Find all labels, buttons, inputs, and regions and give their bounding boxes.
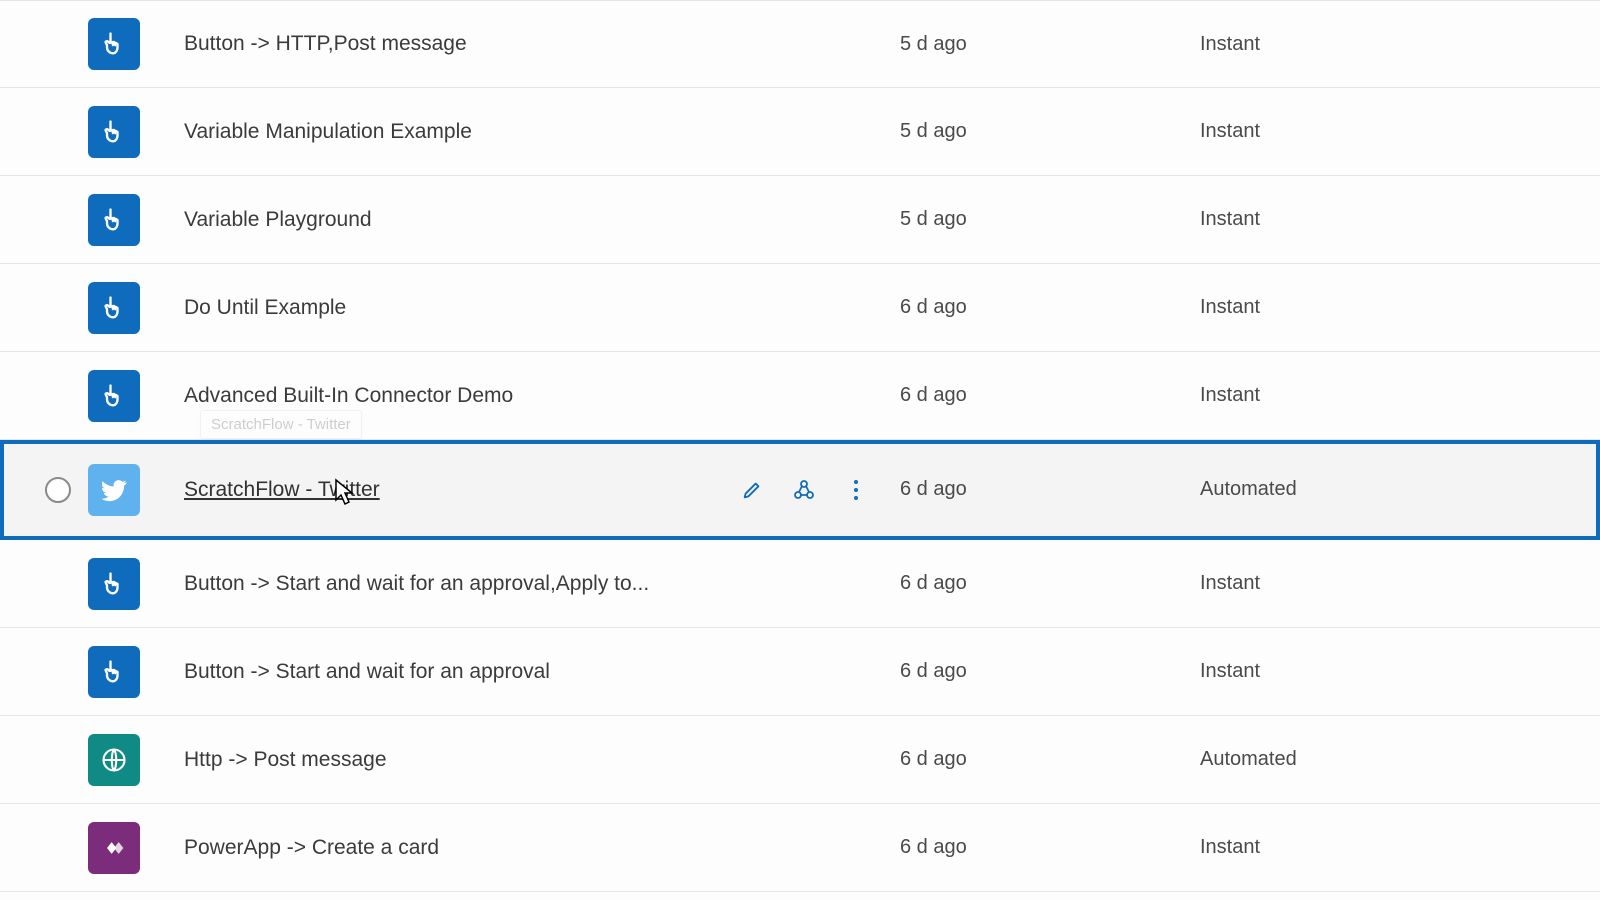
- modified-time: 5 d ago: [900, 120, 1200, 143]
- flow-type: Instant: [1200, 660, 1600, 683]
- flow-name-text: Button -> Start and wait for an approval: [184, 660, 550, 684]
- button-icon: [88, 194, 140, 246]
- button-icon: [88, 558, 140, 610]
- icon-col: [88, 194, 148, 246]
- flow-name[interactable]: Variable Playground: [148, 208, 740, 232]
- flow-name-text: Variable Manipulation Example: [184, 120, 472, 144]
- flow-row[interactable]: Button -> Start and wait for an approval…: [0, 540, 1600, 628]
- flow-type: Instant: [1200, 208, 1600, 231]
- flow-name[interactable]: Variable Manipulation Example: [148, 120, 740, 144]
- flow-type: Instant: [1200, 384, 1600, 407]
- icon-col: [88, 370, 148, 422]
- modified-time: 6 d ago: [900, 660, 1200, 683]
- flow-row[interactable]: Http -> Post message 6 d agoAutomated: [0, 716, 1600, 804]
- button-icon: [88, 106, 140, 158]
- flow-row[interactable]: Variable Playground 5 d agoInstant: [0, 176, 1600, 264]
- flow-name-text: Advanced Built-In Connector Demo: [184, 384, 513, 408]
- select-radio[interactable]: [45, 477, 71, 503]
- modified-time: 6 d ago: [900, 572, 1200, 595]
- flow-row[interactable]: Button -> HTTP,Post message 5 d agoInstan…: [0, 0, 1600, 88]
- flow-name-text: Do Until Example: [184, 296, 346, 320]
- flow-row[interactable]: ScratchFlow - Twitter6 d agoAutomatedScr…: [0, 440, 1600, 540]
- modified-time: 6 d ago: [900, 836, 1200, 859]
- flow-type: Instant: [1200, 572, 1600, 595]
- http-icon: [88, 734, 140, 786]
- modified-time: 5 d ago: [900, 208, 1200, 231]
- modified-time: 5 d ago: [900, 33, 1200, 56]
- select-col: [28, 477, 88, 503]
- icon-col: [88, 558, 148, 610]
- button-icon: [88, 282, 140, 334]
- button-icon: [88, 18, 140, 70]
- flow-name[interactable]: ScratchFlow - Twitter: [148, 478, 740, 502]
- flow-name-text: Button -> Start and wait for an approval…: [184, 572, 649, 596]
- icon-col: [88, 822, 148, 874]
- flow-type: Automated: [1200, 478, 1600, 501]
- modified-time: 6 d ago: [900, 478, 1200, 501]
- twitter-icon: [88, 464, 140, 516]
- flow-list: Button -> HTTP,Post message5 d agoInstan…: [0, 0, 1600, 892]
- tooltip: ScratchFlow - Twitter: [200, 410, 362, 439]
- flow-row[interactable]: Button -> Start and wait for an approval…: [0, 628, 1600, 716]
- icon-col: [88, 106, 148, 158]
- flow-type: Instant: [1200, 836, 1600, 859]
- modified-time: 6 d ago: [900, 748, 1200, 771]
- flow-row[interactable]: Do Until Example 6 d agoInstant: [0, 264, 1600, 352]
- flow-name[interactable]: Button -> Start and wait for an approval: [148, 660, 740, 684]
- edit-icon[interactable]: [740, 478, 764, 502]
- button-icon: [88, 646, 140, 698]
- flow-type: Automated: [1200, 748, 1600, 771]
- flow-name-text: Button -> HTTP,Post message: [184, 32, 467, 56]
- icon-col: [88, 464, 148, 516]
- modified-time: 6 d ago: [900, 296, 1200, 319]
- icon-col: [88, 734, 148, 786]
- flow-name-text: Variable Playground: [184, 208, 372, 232]
- icon-col: [88, 18, 148, 70]
- flow-name[interactable]: Http -> Post message: [148, 748, 740, 772]
- powerapp-icon: [88, 822, 140, 874]
- row-actions: [740, 478, 900, 502]
- modified-time: 6 d ago: [900, 384, 1200, 407]
- flow-row[interactable]: PowerApp -> Create a card 6 d agoInstant: [0, 804, 1600, 892]
- icon-col: [88, 646, 148, 698]
- flow-name[interactable]: Advanced Built-In Connector Demo: [148, 384, 740, 408]
- flow-type: Instant: [1200, 296, 1600, 319]
- more-icon[interactable]: [844, 478, 868, 502]
- icon-col: [88, 282, 148, 334]
- flow-name-text: ScratchFlow - Twitter: [184, 478, 380, 502]
- flow-name[interactable]: PowerApp -> Create a card: [148, 836, 740, 860]
- share-icon[interactable]: [792, 478, 816, 502]
- flow-name[interactable]: Do Until Example: [148, 296, 740, 320]
- flow-name-text: PowerApp -> Create a card: [184, 836, 439, 860]
- flow-type: Instant: [1200, 33, 1600, 56]
- button-icon: [88, 370, 140, 422]
- flow-row[interactable]: Variable Manipulation Example 5 d agoInst…: [0, 88, 1600, 176]
- flow-name-text: Http -> Post message: [184, 748, 387, 772]
- flow-type: Instant: [1200, 120, 1600, 143]
- flow-name[interactable]: Button -> HTTP,Post message: [148, 32, 740, 56]
- flow-name[interactable]: Button -> Start and wait for an approval…: [148, 572, 740, 596]
